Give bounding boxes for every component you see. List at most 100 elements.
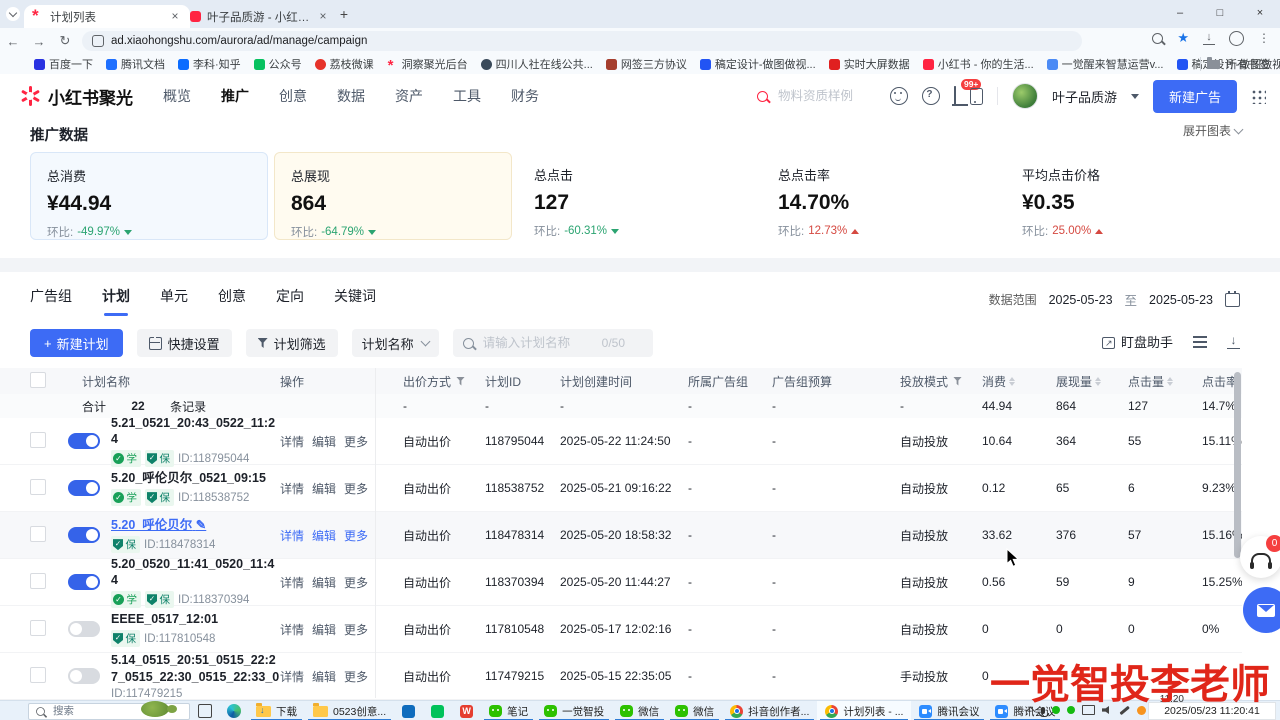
plan-name[interactable]: 5.20_呼伦贝尔 ✎ [111, 517, 215, 533]
col-header-cost[interactable]: 消费 [982, 373, 1056, 390]
plan-name[interactable]: 5.21_0521_20:43_0522_11:24 [111, 415, 280, 448]
col-header-mode[interactable]: 投放模式 [900, 373, 982, 390]
taskbar-item-douyin-chrome[interactable]: 抖音创作者... [722, 701, 817, 720]
new-ad-button[interactable]: 新建广告 [1153, 80, 1237, 113]
status-toggle[interactable] [68, 574, 100, 590]
nav-finance[interactable]: 财务 [511, 86, 539, 106]
vertical-scrollbar[interactable] [1234, 372, 1241, 558]
account-name[interactable]: 叶子品质游 [1052, 87, 1117, 106]
stat-card-avg-cpc[interactable]: 平均点击价格 ¥0.35 环比:25.00% [1006, 152, 1244, 240]
more-link[interactable]: 更多 [344, 480, 368, 497]
col-header-impressions[interactable]: 展现量 [1056, 373, 1128, 390]
forward-icon[interactable]: → [26, 34, 52, 49]
bookmark-item[interactable]: 四川人社在线公共... [481, 56, 593, 72]
more-link[interactable]: 更多 [344, 621, 368, 638]
stat-card-total-impressions[interactable]: 总展现 864 环比:-64.79% [274, 152, 512, 240]
tab-keywords[interactable]: 关键词 [334, 286, 376, 316]
detail-link[interactable]: 详情 [280, 574, 304, 591]
maximize-button[interactable] [1200, 0, 1240, 26]
detail-link[interactable]: 详情 [280, 433, 304, 450]
select-all-checkbox[interactable] [30, 372, 46, 388]
detail-link[interactable]: 详情 [280, 527, 304, 544]
nav-creative[interactable]: 创意 [279, 86, 307, 106]
avatar[interactable] [1012, 83, 1038, 109]
address-bar[interactable]: ad.xiaohongshu.com/aurora/ad/manage/camp… [82, 31, 1082, 51]
expand-chart-toggle[interactable]: 展开图表 [1183, 122, 1242, 139]
bookmark-item[interactable]: 荔枝微课 [315, 56, 374, 72]
reload-icon[interactable]: ↻ [52, 33, 78, 49]
windows-start-icon[interactable] [8, 705, 20, 717]
row-checkbox[interactable] [30, 620, 46, 636]
edit-link[interactable]: 编辑 [312, 480, 336, 497]
plan-filter-button[interactable]: 计划筛选 [246, 329, 338, 357]
taskbar-item-wechat-1[interactable]: 微信 [612, 701, 667, 720]
date-start[interactable]: 2025-05-23 [1049, 293, 1113, 307]
detail-link[interactable]: 详情 [280, 480, 304, 497]
taskbar-search-input[interactable] [51, 704, 145, 718]
bookmark-item[interactable]: 洞察聚光后台 [387, 56, 468, 72]
edit-link[interactable]: 编辑 [312, 574, 336, 591]
col-header-clicks[interactable]: 点击量 [1128, 373, 1202, 390]
all-bookmarks-label[interactable]: 所有书签 [1226, 56, 1270, 72]
taskbar-item-meeting-1[interactable]: 腾讯会议 [911, 701, 987, 720]
plan-name[interactable]: EEEE_0517_12:01 [111, 611, 218, 627]
taskbar-item-green-app[interactable] [423, 701, 452, 720]
detail-link[interactable]: 详情 [280, 668, 304, 685]
material-search-input[interactable] [776, 88, 876, 104]
help-icon[interactable] [922, 87, 940, 105]
taskbar-item-yijue[interactable]: 一觉智投 [536, 701, 612, 720]
browser-tab-active[interactable]: 计划列表 [24, 5, 190, 28]
date-end[interactable]: 2025-05-23 [1149, 293, 1213, 307]
bookmark-star-icon[interactable] [1177, 30, 1189, 46]
back-icon[interactable]: ← [0, 34, 26, 49]
tab-campaign[interactable]: 计划 [102, 286, 130, 316]
plan-search[interactable]: 0/50 [453, 329, 653, 357]
mobile-preview-icon[interactable] [970, 88, 983, 105]
bookmark-item[interactable]: 小红书 - 你的生活... [923, 56, 1034, 72]
taskbar-item-downloads[interactable]: 下载 [248, 701, 305, 720]
browser-menu-icon[interactable] [1258, 31, 1270, 45]
nav-data[interactable]: 数据 [337, 86, 365, 106]
plan-name[interactable]: 5.14_0515_20:51_0515_22:27_0515_22:30_05… [111, 652, 280, 685]
taskbar-item-wps[interactable] [452, 701, 481, 720]
calendar-icon[interactable] [1225, 293, 1240, 307]
new-tab-button[interactable] [336, 7, 352, 23]
site-info-icon[interactable] [92, 35, 104, 47]
col-header-bid[interactable]: 出价方式 [375, 373, 485, 390]
apps-menu-icon[interactable] [1251, 89, 1266, 104]
stat-card-total-cost[interactable]: 总消费 ¥44.94 环比:-49.97% [30, 152, 268, 240]
nav-tools[interactable]: 工具 [453, 86, 481, 106]
bookmark-item[interactable]: 李科·知乎 [178, 56, 241, 72]
row-checkbox[interactable] [30, 526, 46, 542]
quick-settings-button[interactable]: 快捷设置 [137, 329, 232, 357]
plan-search-input[interactable] [481, 335, 595, 351]
tab-unit[interactable]: 单元 [160, 286, 188, 316]
tab-search-icon[interactable] [6, 7, 20, 21]
bookmark-item[interactable]: 一觉醒来智慧运营v... [1047, 56, 1164, 72]
taskbar-item-note[interactable]: 笔记 [481, 701, 536, 720]
taskbar-item-plan-list-chrome[interactable]: 计划列表 - ... [817, 701, 911, 720]
edge-icon[interactable] [227, 704, 241, 718]
status-toggle[interactable] [68, 668, 100, 684]
bookmark-item[interactable]: 稿定设计-做图做视... [700, 56, 816, 72]
tab-ad-group[interactable]: 广告组 [30, 286, 72, 316]
nav-assets[interactable]: 资产 [395, 86, 423, 106]
status-toggle[interactable] [68, 433, 100, 449]
nav-overview[interactable]: 概览 [163, 86, 191, 106]
bookmark-item[interactable]: 公众号 [254, 56, 302, 72]
stat-card-total-clicks[interactable]: 总点击 127 环比:-60.31% [518, 152, 756, 240]
stat-card-ctr[interactable]: 总点击率 14.70% 环比:12.73% [762, 152, 1000, 240]
row-checkbox[interactable] [30, 667, 46, 683]
more-link[interactable]: 更多 [344, 527, 368, 544]
close-tab-icon[interactable] [168, 10, 182, 24]
new-plan-button[interactable]: +新建计划 [30, 329, 123, 357]
plan-name[interactable]: 5.20_0520_11:41_0520_11:44 [111, 556, 280, 589]
column-settings-icon[interactable] [1193, 336, 1207, 338]
more-link[interactable]: 更多 [344, 574, 368, 591]
status-toggle[interactable] [68, 527, 100, 543]
bookmark-item[interactable]: 实时大屏数据 [829, 56, 910, 72]
export-icon[interactable] [1227, 335, 1240, 349]
downloads-icon[interactable] [1203, 32, 1215, 45]
edit-link[interactable]: 编辑 [312, 433, 336, 450]
edit-link[interactable]: 编辑 [312, 527, 336, 544]
